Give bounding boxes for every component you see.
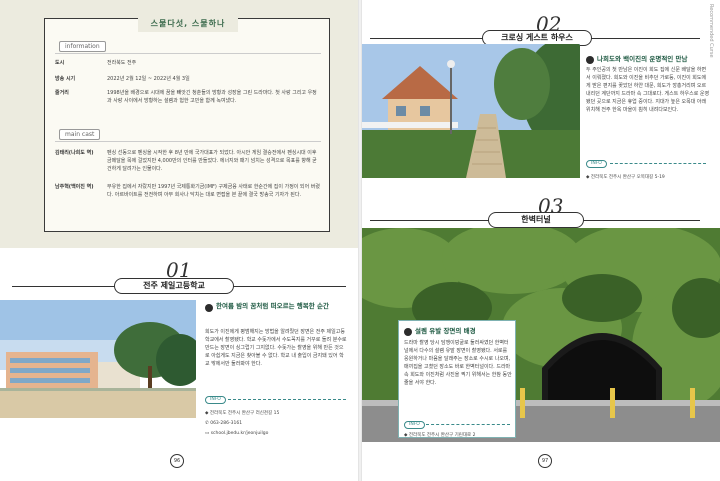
phone-line: ✆ 063-286-3161 [205,421,243,426]
school-illustration [0,300,196,418]
right-page: 02 크로싱 게스트 하우스 나희도와 백이진의 운명적인 만남 두 주인공의 … [362,0,720,481]
card-description: 두 주인공의 첫 만남은 이진이 희도 집에 신문 배달을 하면서 이뤄졌다. … [586,67,710,113]
left-page: 스물다섯, 스물하나 information 도시 전라북도 전주 방송 시기 … [0,0,358,481]
school-photo [0,300,196,418]
card-title: 나희도와 백이진의 운명적인 만남 [597,55,688,63]
location-pin-icon [404,328,412,336]
card-title: 한여름 밤의 꿈처럼 떠오르는 행복한 순간 [216,302,329,310]
card-description: 드라마 촬영 당시 담쟁이덩굴로 둘러싸였던 한벽터널에서 다수의 설렘 유발 … [404,340,512,386]
guesthouse-illustration [362,44,580,178]
info-divider [610,163,706,164]
guesthouse-photo [362,44,580,178]
website-line: ▭ school.jbedu.kr/jeonjuilgo [205,431,269,436]
info-divider [426,424,510,425]
page-number: 97 [538,454,552,468]
address-line: ◆ 전라북도 전주시 완산구 오목대길 5-19 [586,175,665,180]
address-line: ◆ 전라북도 전주시 완산구 기린대로 2 [404,433,476,438]
location-pin-icon [586,56,594,64]
info-divider [228,399,346,400]
location-pin-icon [205,304,213,312]
section-title: 한벽터널 [488,212,584,228]
info-label: INFO [586,160,607,168]
divider [55,141,321,142]
divider [55,53,321,54]
address-line: ◆ 전라북도 전주시 완산구 러신천길 15 [205,411,280,416]
section-title: 전주 제일고등학교 [114,278,234,294]
drama-title: 스물다섯, 스물하나 [138,18,238,32]
vertical-section-label: Recommended Curse [708,4,714,58]
information-tag: information [59,41,106,52]
drama-info-panel: 스물다섯, 스물하나 information 도시 전라북도 전주 방송 시기 … [0,0,358,248]
page-number: 96 [170,454,184,468]
card-title: 설렘 유발 장면의 배경 [415,327,476,335]
info-label: INFO [404,421,425,429]
main-cast-tag: main cast [59,129,101,140]
drama-info-box: 스물다섯, 스물하나 information 도시 전라북도 전주 방송 시기 … [44,18,330,232]
info-label: INFO [205,396,226,404]
card-description: 희도가 이진에게 평범해지는 방법을 알려줬던 장면은 전주 제일고등학교에서 … [205,329,347,367]
